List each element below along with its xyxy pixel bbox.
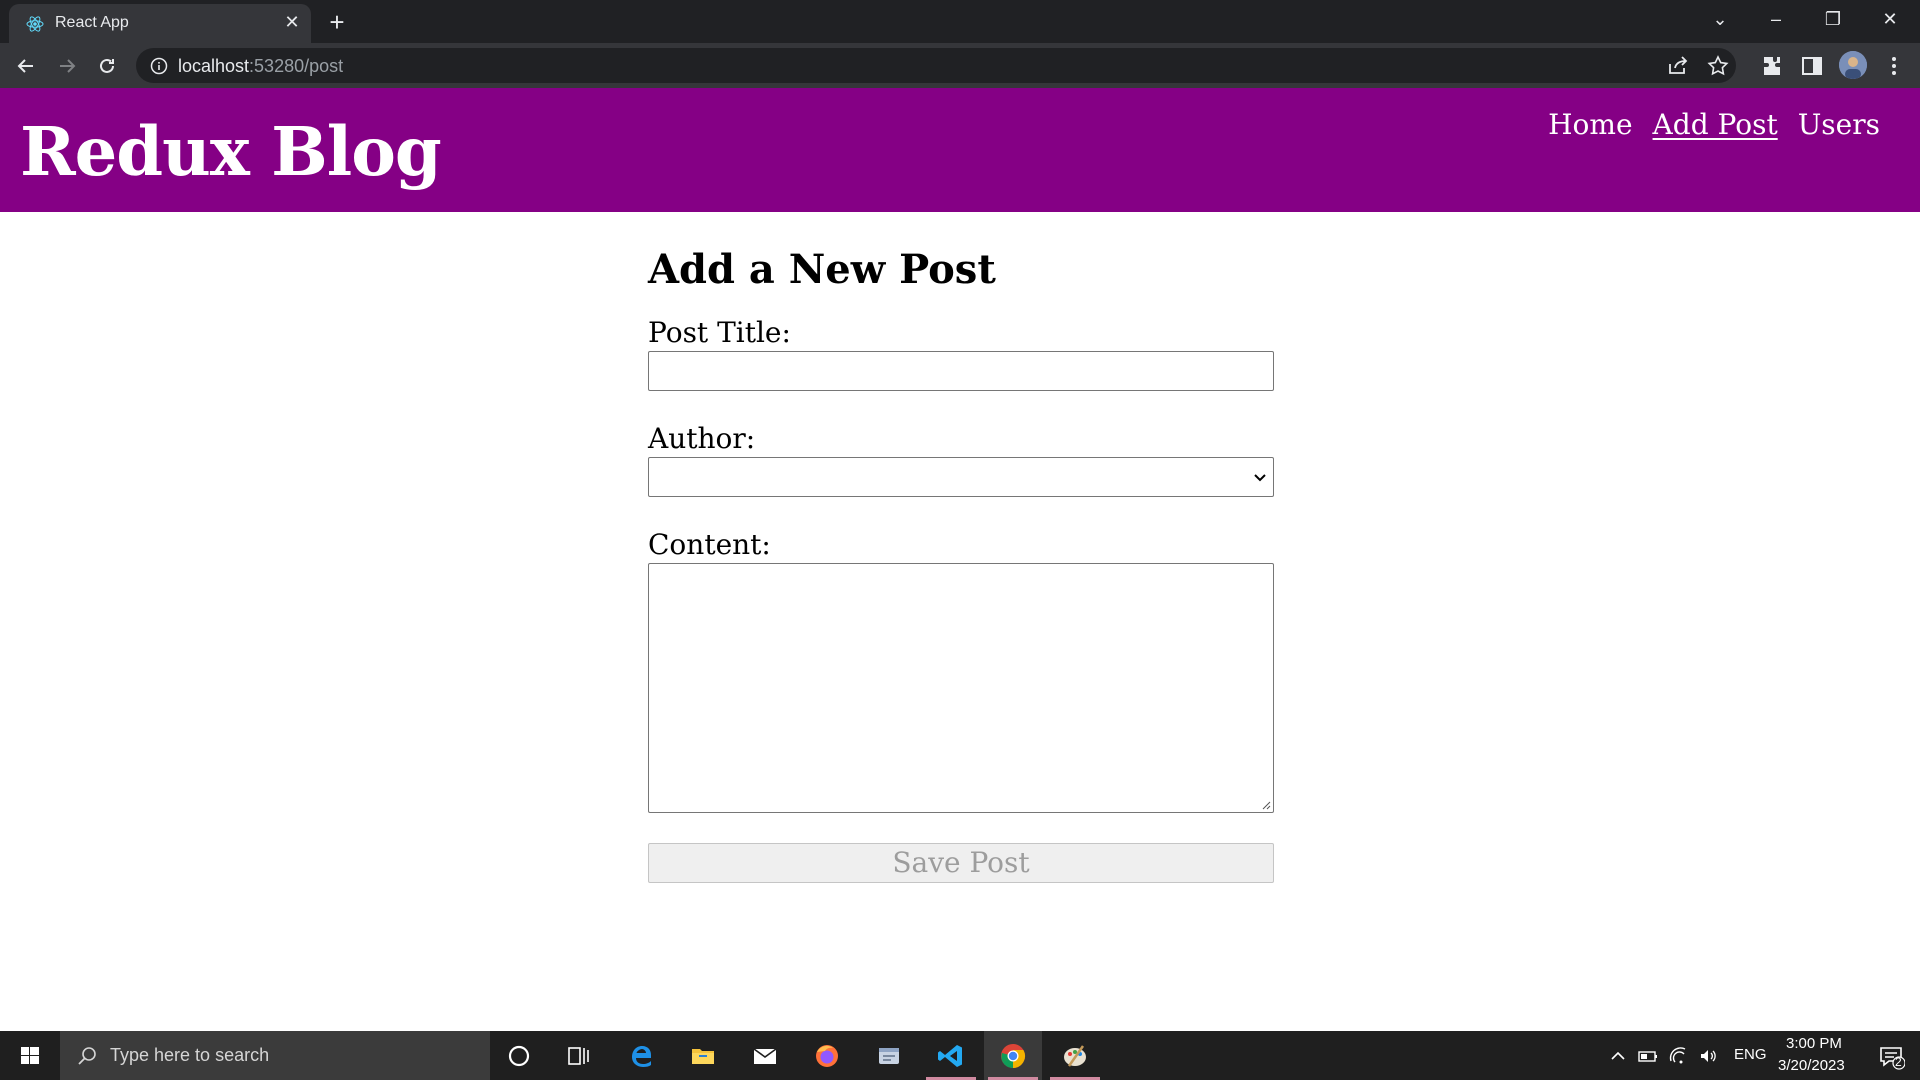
back-button[interactable] [10,50,42,82]
main-nav: Home Add Post Users [1548,108,1880,141]
search-placeholder: Type here to search [110,1045,270,1065]
taskbar-app-window[interactable] [860,1031,918,1080]
back-arrow-icon [17,59,33,73]
windows-taskbar: Type here to search ENG 3:00 PM 3/20/202… [0,1031,1920,1080]
forward-arrow-icon [60,59,76,73]
post-title-label: Post Title: [648,316,791,349]
show-hidden-icons-chevron-up-icon[interactable] [1608,1046,1628,1066]
clock-date[interactable]: 3/20/2023 [1778,1057,1845,1074]
author-select[interactable] [648,457,1274,497]
new-tab-button[interactable]: + [322,9,352,35]
restore-button[interactable]: ❐ [1813,4,1853,34]
menu-kebab-icon[interactable] [1882,54,1906,78]
tab-title: React App [55,14,129,31]
url-path: :53280/post [249,56,344,76]
nav-link-users[interactable]: Users [1798,108,1880,141]
firefox-icon [816,1045,838,1067]
url-text[interactable]: localhost:53280/post [178,56,343,77]
nav-link-add-post[interactable]: Add Post [1653,108,1778,141]
address-bar[interactable]: localhost:53280/post [136,48,1736,83]
language-indicator[interactable]: ENG [1734,1046,1767,1063]
browser-tab-strip: React App ✕ + ⌄ – ❐ ✕ [0,0,1920,43]
site-title: Redux Blog [20,112,442,191]
side-panel-icon[interactable] [1800,54,1824,78]
info-icon[interactable] [150,57,168,75]
forward-button[interactable] [51,50,83,82]
chevron-down-icon [1254,474,1266,482]
edge-icon [632,1046,651,1067]
nav-link-home[interactable]: Home [1548,108,1632,141]
wifi-icon[interactable] [1668,1046,1688,1066]
mail-icon [753,1048,777,1064]
minimize-button[interactable]: – [1756,4,1796,34]
taskbar-search[interactable]: Type here to search [60,1031,490,1080]
taskbar-vscode[interactable] [922,1031,980,1080]
url-host: localhost [178,56,250,76]
save-post-button[interactable]: Save Post [648,843,1274,883]
reload-button[interactable] [91,50,123,82]
clock-time[interactable]: 3:00 PM [1786,1035,1842,1052]
search-icon [78,1047,96,1065]
share-icon[interactable] [1666,54,1690,78]
chrome-icon [1001,1044,1026,1068]
volume-icon[interactable] [1698,1046,1718,1066]
battery-icon[interactable] [1638,1046,1658,1066]
windows-logo-icon [21,1047,39,1064]
content-label: Content: [648,528,771,561]
task-view-button[interactable] [550,1031,608,1080]
site-header: Redux Blog Home Add Post Users [0,88,1920,212]
reload-icon [100,58,114,73]
tab-close-icon[interactable]: ✕ [281,11,303,33]
start-button[interactable] [0,1031,60,1080]
author-label: Author: [648,422,756,455]
content-textarea[interactable] [648,563,1274,813]
browser-tab[interactable]: React App ✕ [9,4,311,43]
folder-icon [692,1049,714,1064]
close-window-button[interactable]: ✕ [1870,4,1910,34]
resize-grip-icon[interactable] [1261,800,1271,810]
task-view-icon [568,1047,589,1065]
profile-avatar[interactable] [1839,51,1867,79]
action-center-button[interactable]: 2 [1862,1031,1920,1080]
notification-count: 2 [1895,1055,1902,1069]
vscode-icon [938,1045,962,1067]
react-icon [26,16,44,32]
cortana-circle-icon [508,1045,530,1067]
taskbar-firefox[interactable] [798,1031,856,1080]
profile-picture-icon [1839,51,1867,79]
taskbar-paint[interactable] [1046,1031,1104,1080]
page-title: Add a New Post [648,246,996,293]
browser-toolbar: localhost:53280/post [0,43,1920,88]
extensions-icon[interactable] [1760,54,1784,78]
bookmark-star-icon[interactable] [1706,54,1730,78]
taskbar-edge[interactable] [612,1031,670,1080]
app-window-icon [879,1048,899,1064]
taskbar-mail[interactable] [736,1031,794,1080]
tab-search-icon[interactable]: ⌄ [1700,4,1740,34]
paint-palette-icon [1064,1045,1086,1067]
taskbar-file-explorer[interactable] [674,1031,732,1080]
cortana-button[interactable] [490,1031,548,1080]
post-title-input[interactable] [648,351,1274,391]
taskbar-chrome[interactable] [984,1031,1042,1080]
